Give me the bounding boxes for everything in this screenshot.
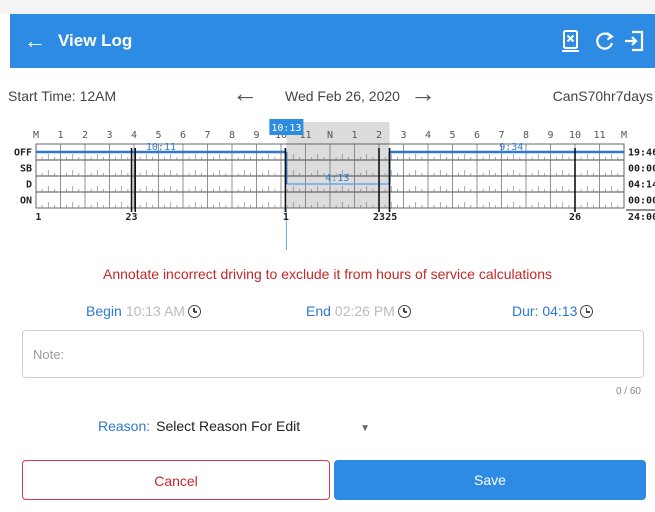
segment-duration-label: 10:11 [146, 142, 176, 153]
refresh-icon[interactable] [592, 28, 618, 54]
log-graph[interactable]: M 1 2 3 4 5 6 7 8 9 10 11 N 1 2 3 4 5 6 7 8 9 10 11 M 10:13 OFF SB D… [0, 118, 655, 258]
date-navigation: Start Time: 12AM ← Wed Feb 26, 2020 → Ca… [0, 68, 655, 114]
hour-label: 9 [253, 130, 259, 141]
save-button[interactable]: Save [334, 460, 646, 500]
status-total: 00:00 [628, 164, 655, 175]
hour-label: M [33, 130, 39, 141]
reason-value: Select Reason For Edit [156, 418, 301, 434]
hour-label: 8 [523, 130, 529, 141]
hour-label: 3 [106, 130, 112, 141]
dropdown-caret-icon[interactable]: ▼ [360, 423, 370, 434]
event-number-label: 1 [35, 212, 41, 223]
hour-label: 7 [204, 130, 210, 141]
page-title: View Log [58, 31, 133, 50]
log-date: Wed Feb 26, 2020 [285, 88, 400, 104]
status-total: 00:00 [628, 196, 655, 207]
hour-label: 9 [547, 130, 553, 141]
next-day-arrow-icon[interactable]: → [410, 78, 436, 109]
reason-label: Reason: [98, 418, 151, 434]
hour-label: 10 [569, 130, 581, 141]
note-placeholder: Note: [33, 347, 65, 362]
clock-icon[interactable] [397, 305, 411, 318]
status-total: 19:46 [628, 148, 655, 159]
end-label: End [306, 303, 331, 319]
event-number-label: 1 [283, 212, 289, 223]
reason-dropdown[interactable]: Reason: Select Reason For Edit ▼ [98, 418, 370, 434]
back-arrow-icon[interactable]: ← [24, 28, 46, 54]
document-x-icon[interactable] [558, 28, 584, 54]
hour-label: 2 [376, 130, 382, 141]
end-time-field[interactable]: End 02:26 PM [306, 303, 411, 319]
hour-label: 8 [229, 130, 235, 141]
duration-value: 04:13 [542, 303, 578, 319]
event-number-label: 23 [373, 212, 385, 223]
ruleset-label: CanS70hr7days [552, 88, 653, 104]
begin-label: Begin [86, 303, 122, 319]
status-label: OFF [14, 148, 32, 159]
clock-icon [580, 305, 594, 318]
hour-label: 5 [155, 130, 161, 141]
status-label: ON [20, 196, 32, 207]
event-number-label: 23 [126, 212, 138, 223]
start-time-label: Start Time: 12AM [8, 88, 117, 104]
previous-day-arrow-icon[interactable]: ← [232, 78, 258, 109]
event-number-label: 25 [385, 212, 397, 223]
status-label: SB [20, 164, 32, 175]
hour-label: 5 [449, 130, 455, 141]
note-input[interactable]: Note: [22, 330, 644, 378]
selected-time-label: 10:13 [271, 123, 301, 134]
status-label: D [26, 180, 32, 191]
status-bar-strip [0, 0, 655, 14]
hour-label: 7 [498, 130, 504, 141]
app-bar: ← View Log [10, 14, 655, 68]
hour-label: 4 [131, 130, 137, 141]
begin-value: 10:13 AM [125, 303, 185, 319]
segment-duration-label: 9:34 [499, 142, 523, 153]
hour-label: 1 [57, 130, 63, 141]
cancel-button[interactable]: Cancel [22, 460, 330, 500]
logout-icon[interactable] [622, 28, 648, 54]
hour-label: 2 [82, 130, 88, 141]
annotation-warning: Annotate incorrect driving to exclude it… [103, 266, 552, 282]
clock-icon[interactable] [187, 305, 201, 318]
hour-label: 4 [425, 130, 431, 141]
hour-label: 3 [400, 130, 406, 141]
status-total: 04:14 [628, 180, 655, 191]
hour-label: 11 [593, 130, 605, 141]
status-total: 24:00 [628, 212, 655, 223]
hour-label: 6 [474, 130, 480, 141]
end-value: 02:26 PM [334, 303, 395, 319]
hour-label: M [621, 130, 627, 141]
note-char-counter: 0 / 60 [615, 386, 641, 397]
segment-duration-label: 4:13 [325, 173, 349, 184]
event-number-label: 26 [569, 212, 581, 223]
duration-field: Dur: 04:13 [512, 303, 594, 319]
hour-label: 6 [180, 130, 186, 141]
duration-label: Dur: [512, 303, 539, 319]
hour-label: 1 [351, 130, 357, 141]
hour-label: N [327, 130, 333, 141]
begin-time-field[interactable]: Begin 10:13 AM [86, 303, 201, 319]
